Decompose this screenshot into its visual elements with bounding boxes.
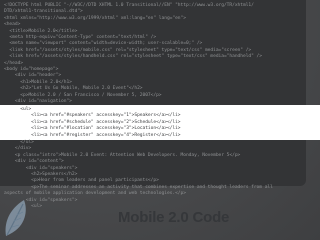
code-line: <p>Mobile 2.0 / San Francisco / November…: [4, 92, 162, 98]
code-line: <div id="speakers">: [4, 165, 78, 171]
highlighted-code-line: <li><a href="#speakers" accesskey="1">Sp…: [4, 113, 181, 119]
presentation-slide: <!DOCTYPE html PUBLIC "-//W3C//DTD XHTML…: [0, 0, 320, 240]
code-line: </head>: [4, 60, 24, 66]
code-line: DTD/xhtml1-transitional.dtd">: [4, 9, 83, 15]
code-line: <head>: [4, 22, 21, 28]
code-line: <p>The seminar addresses an activity tha…: [4, 184, 273, 190]
highlighted-code-line: <li><a href="#schedule" accesskey="2">Sc…: [4, 119, 181, 125]
highlighted-code-line: <li><a href="#register" accesskey="4">Re…: [4, 132, 181, 138]
code-line: <p>Hear from leaders and panel participa…: [4, 178, 159, 184]
highlighted-code-line: <li><a href="#location" accesskey="3">Lo…: [4, 126, 181, 132]
code-line: <div id="content">: [4, 159, 64, 165]
code-line: <title>Mobile 2.0</title>: [4, 28, 78, 34]
code-line: <meta name="viewport" content="width=dev…: [4, 41, 203, 47]
code-line: <p class="intro">Mobile 2.0 Event: Atten…: [4, 152, 241, 158]
slide-title: Mobile 2.0 Code: [118, 209, 230, 226]
code-line: <div id="header">: [4, 73, 62, 79]
code-line: <h1>Mobile 2.0</h1>: [4, 79, 72, 85]
code-line: <link href="/assets/styles/mobile.css" r…: [4, 47, 252, 53]
code-line: <div id="navigation">: [4, 99, 72, 104]
code-line: <link href="/assets/styles/handheld.css"…: [4, 54, 262, 60]
leaf-logo-icon: [5, 200, 26, 236]
code-line: </div>: [4, 146, 32, 152]
code-line: <h2>"Let Us Go Mobile, Mobile 2.0 Event"…: [4, 86, 143, 92]
code-line: <html xmlns="http://www.w3.org/1999/xhtm…: [4, 15, 186, 21]
